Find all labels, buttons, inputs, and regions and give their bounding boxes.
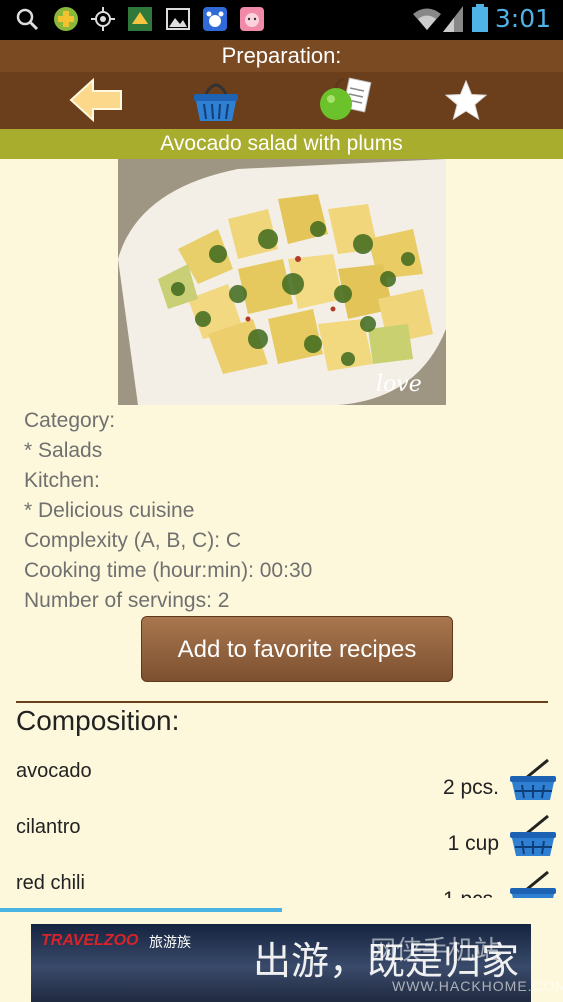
shopping-list-button[interactable]	[188, 76, 244, 124]
recipe-info: Category: * Salads Kitchen: * Delicious …	[24, 406, 312, 616]
ad-brand-cn: 旅游族	[149, 934, 191, 950]
ingredient-name: red chili	[16, 872, 85, 894]
ingredient-qty: 1 pcs.	[443, 888, 499, 898]
back-button[interactable]	[68, 76, 124, 124]
search-icon	[16, 8, 39, 31]
app-icon	[128, 7, 152, 31]
ingredient-name: cilantro	[16, 816, 81, 838]
composition-title: Composition:	[16, 705, 180, 736]
back-arrow-icon	[69, 78, 122, 122]
info-category-value: * Salads	[24, 439, 103, 462]
star-icon	[444, 79, 488, 121]
add-to-favorites-button[interactable]: Add to favorite recipes	[141, 616, 453, 682]
add-to-basket-icon[interactable]	[508, 870, 558, 898]
ad-brand: TRAVELZOO	[41, 932, 139, 949]
status-bar: 3:01	[0, 0, 563, 40]
battery-icon	[472, 4, 488, 32]
wifi-icon	[413, 8, 441, 30]
top-toolbar: Preparation:	[0, 40, 563, 129]
ingredient-qty: 2 pcs.	[442, 776, 499, 799]
gallery-icon	[166, 8, 190, 30]
info-cooking-time: Cooking time (hour:min): 00:30	[24, 559, 313, 582]
info-kitchen-label: Kitchen:	[24, 469, 100, 492]
apple-list-icon	[320, 77, 372, 120]
signal-icon	[443, 6, 463, 32]
app-plus-icon	[54, 7, 78, 31]
ingredient-name: avocado	[16, 760, 92, 782]
gps-icon	[91, 7, 115, 31]
divider	[16, 701, 548, 703]
clock: 3:01	[494, 4, 551, 33]
ingredient-row-clipped: red chili 1 pcs.	[0, 860, 563, 898]
shopping-basket-icon	[194, 83, 238, 121]
pig-app-icon	[240, 7, 264, 31]
recipe-title: Avocado salad with plums	[0, 129, 563, 159]
favorite-star-button[interactable]	[438, 76, 494, 124]
add-to-basket-icon[interactable]	[508, 814, 558, 858]
info-kitchen-value: * Delicious cuisine	[24, 499, 195, 522]
ingredients-list-button[interactable]	[316, 76, 372, 124]
photo-watermark: love	[376, 372, 422, 397]
site-watermark-url: WWW.HACKHOME.COM	[392, 978, 563, 994]
info-category-label: Category:	[24, 409, 116, 432]
info-servings: Number of servings: 2	[24, 589, 230, 612]
ingredient-qty: 1 cup	[447, 832, 499, 855]
info-complexity: Complexity (A, B, C): C	[24, 529, 242, 552]
site-watermark: 网侠手机站	[370, 935, 501, 965]
baidu-icon	[203, 7, 227, 31]
scroll-indicator	[0, 908, 282, 912]
recipe-photo: love	[118, 159, 446, 405]
page-title: Preparation:	[221, 43, 342, 68]
add-to-basket-icon[interactable]	[508, 758, 558, 802]
